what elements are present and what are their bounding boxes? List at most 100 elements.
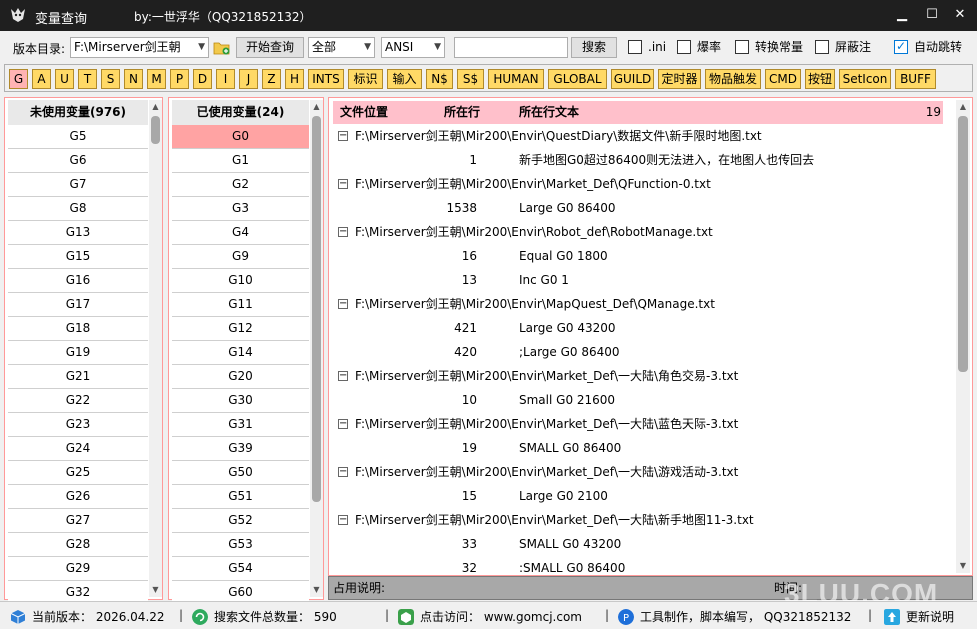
type-button-26[interactable]: BUFF [895, 69, 936, 89]
unused-variable-item[interactable]: G29 [8, 557, 148, 581]
used-variable-item[interactable]: G50 [172, 461, 309, 485]
scroll-up-icon[interactable]: ▲ [310, 100, 323, 114]
col-file-location[interactable]: 文件位置 [340, 101, 388, 124]
checkbox-box[interactable] [677, 40, 691, 54]
convert-const-checkbox[interactable]: 转换常量 [735, 39, 803, 55]
unused-variable-item[interactable]: G8 [8, 197, 148, 221]
used-variable-item[interactable]: G9 [172, 245, 309, 269]
used-variable-item[interactable]: G39 [172, 437, 309, 461]
scroll-thumb[interactable] [151, 116, 160, 144]
collapse-icon[interactable]: − [338, 371, 348, 381]
status-visit-link[interactable]: 点击访问： www.gomcj.com [398, 608, 582, 625]
result-file-row[interactable]: − F:\Mirserver剑王朝\Mir200\Envir\Market_Def… [329, 460, 949, 484]
type-button-16[interactable]: N$ [426, 69, 453, 89]
result-file-row[interactable]: − F:\Mirserver剑王朝\Mir200\Envir\Robot_def\… [329, 220, 949, 244]
type-button-8[interactable]: D [193, 69, 212, 89]
collapse-icon[interactable]: − [338, 467, 348, 477]
collapse-icon[interactable]: − [338, 131, 348, 141]
mask-comment-checkbox[interactable]: 屏蔽注 [815, 39, 871, 55]
checkbox-box[interactable] [815, 40, 829, 54]
result-line-row[interactable]: 13 Inc G0 1 [329, 268, 949, 292]
search-input[interactable] [454, 37, 568, 58]
checkbox-box-checked[interactable] [894, 38, 908, 54]
type-button-5[interactable]: N [124, 69, 143, 89]
type-button-0[interactable]: G [9, 69, 28, 89]
encoding-combo[interactable]: ANSI ▼ [381, 37, 445, 58]
unused-variable-item[interactable]: G21 [8, 365, 148, 389]
result-file-row[interactable]: − F:\Mirserver剑王朝\Mir200\Envir\Market_Def… [329, 364, 949, 388]
result-line-row[interactable]: 421 Large G0 43200 [329, 316, 949, 340]
type-button-9[interactable]: I [216, 69, 235, 89]
used-variable-item[interactable]: G14 [172, 341, 309, 365]
type-button-21[interactable]: 定时器 [658, 69, 701, 89]
checkbox-box[interactable] [735, 40, 749, 54]
unused-variable-item[interactable]: G15 [8, 245, 148, 269]
type-button-13[interactable]: INTS [308, 69, 344, 89]
folder-add-icon[interactable] [213, 40, 231, 56]
type-button-12[interactable]: H [285, 69, 304, 89]
minimize-button[interactable]: ▁ [889, 4, 915, 26]
result-line-row[interactable]: 15 Large G0 2100 [329, 484, 949, 508]
scroll-thumb[interactable] [312, 116, 321, 502]
auto-jump-checkbox[interactable]: 自动跳转 [894, 38, 962, 55]
results-scrollbar[interactable]: ▲ ▼ [956, 100, 970, 573]
version-dir-combo[interactable]: F:\Mirserver剑王朝 ▼ [70, 37, 209, 58]
result-file-row[interactable]: − F:\Mirserver剑王朝\Mir200\Envir\Market_Def… [329, 508, 949, 532]
scope-combo[interactable]: 全部 ▼ [308, 37, 375, 58]
used-variable-item[interactable]: G10 [172, 269, 309, 293]
unused-variable-item[interactable]: G27 [8, 509, 148, 533]
result-line-row[interactable]: 420 ;Large G0 86400 [329, 340, 949, 364]
unused-variable-item[interactable]: G18 [8, 317, 148, 341]
result-line-row[interactable]: 32:SMALL G0 86400 [329, 556, 949, 575]
type-button-4[interactable]: S [101, 69, 120, 89]
used-variable-item[interactable]: G31 [172, 413, 309, 437]
type-button-23[interactable]: CMD [765, 69, 801, 89]
scroll-down-icon[interactable]: ▼ [310, 583, 323, 597]
used-variable-item[interactable]: G4 [172, 221, 309, 245]
used-variable-item[interactable]: G1 [172, 149, 309, 173]
unused-variable-item[interactable]: G24 [8, 437, 148, 461]
start-query-button[interactable]: 开始查询 [236, 37, 304, 58]
result-line-row[interactable]: 10 Small G0 21600 [329, 388, 949, 412]
used-variable-item[interactable]: G30 [172, 389, 309, 413]
type-button-11[interactable]: Z [262, 69, 281, 89]
type-button-20[interactable]: GUILD [611, 69, 654, 89]
type-button-1[interactable]: A [32, 69, 51, 89]
checkbox-box[interactable] [628, 40, 642, 54]
used-variable-item[interactable]: G54 [172, 557, 309, 581]
col-line-text[interactable]: 所在行文本 [519, 101, 579, 124]
result-line-row[interactable]: 19 SMALL G0 86400 [329, 436, 949, 460]
unused-variable-item[interactable]: G19 [8, 341, 148, 365]
unused-scrollbar[interactable]: ▲ ▼ [149, 100, 162, 597]
result-file-row[interactable]: − F:\Mirserver剑王朝\Mir200\Envir\QuestDiary… [329, 124, 949, 148]
collapse-icon[interactable]: − [338, 179, 348, 189]
droprate-checkbox[interactable]: 爆率 [677, 39, 721, 55]
type-button-17[interactable]: S$ [457, 69, 484, 89]
result-line-row[interactable]: 1 新手地图G0超过86400则无法进入，在地图人也传回去 [329, 148, 949, 172]
type-button-3[interactable]: T [78, 69, 97, 89]
scroll-up-icon[interactable]: ▲ [956, 100, 970, 114]
scroll-down-icon[interactable]: ▼ [149, 583, 162, 597]
used-scrollbar[interactable]: ▲ ▼ [310, 100, 323, 597]
maximize-button[interactable]: ☐ [919, 4, 945, 26]
collapse-icon[interactable]: − [338, 299, 348, 309]
ini-checkbox[interactable]: .ini [628, 39, 666, 55]
used-variable-item[interactable]: G53 [172, 533, 309, 557]
type-button-10[interactable]: J [239, 69, 258, 89]
status-visit-text[interactable]: 点击访问： www.gomcj.com [420, 610, 582, 624]
collapse-icon[interactable]: − [338, 419, 348, 429]
search-button[interactable]: 搜索 [571, 37, 617, 58]
used-variable-item[interactable]: G2 [172, 173, 309, 197]
used-variable-item[interactable]: G0 [172, 125, 309, 149]
used-variable-item[interactable]: G3 [172, 197, 309, 221]
collapse-icon[interactable]: − [338, 227, 348, 237]
result-file-row[interactable]: − F:\Mirserver剑王朝\Mir200\Envir\Market_Def… [329, 172, 949, 196]
unused-variable-item[interactable]: G26 [8, 485, 148, 509]
type-button-22[interactable]: 物品触发 [705, 69, 761, 89]
used-variable-item[interactable]: G52 [172, 509, 309, 533]
used-variable-item[interactable]: G51 [172, 485, 309, 509]
used-variable-item[interactable]: G12 [172, 317, 309, 341]
update-notes-link[interactable]: 更新说明 [884, 608, 954, 625]
unused-variable-item[interactable]: G16 [8, 269, 148, 293]
type-button-6[interactable]: M [147, 69, 166, 89]
